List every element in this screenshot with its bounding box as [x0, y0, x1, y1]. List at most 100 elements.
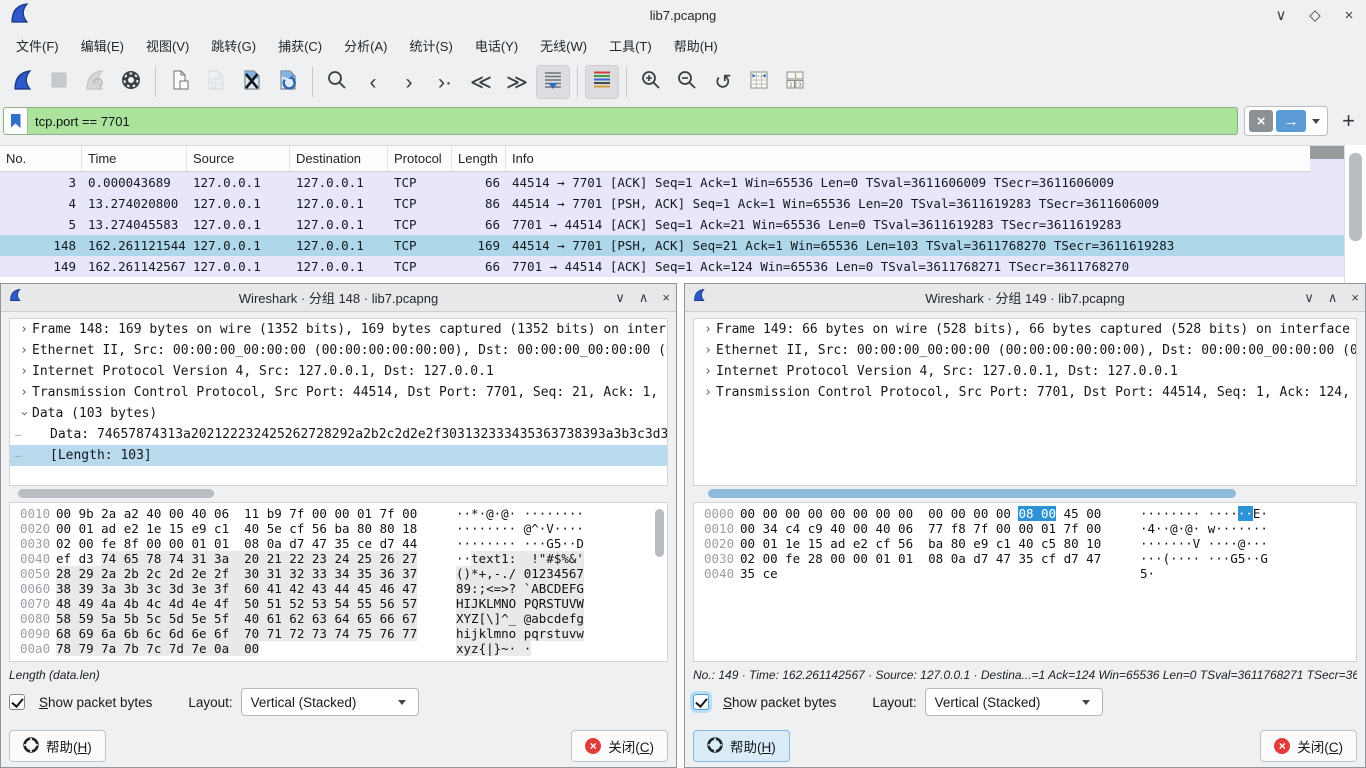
display-filter-input[interactable]: tcp.port == 7701 — [3, 107, 1238, 135]
hex-row[interactable]: 002000 01 ad e2 1e 15 e9 c1 40 5e cf 56 … — [10, 521, 667, 536]
start-capture-button[interactable] — [6, 65, 40, 99]
menu-item[interactable]: 帮助(H) — [664, 32, 728, 59]
menu-item[interactable]: 编辑(E) — [71, 32, 134, 59]
close-icon[interactable]: × — [1340, 7, 1358, 24]
tree-row[interactable]: ›Ethernet II, Src: 00:00:00_00:00:00 (00… — [694, 340, 1356, 361]
hex-row[interactable]: 000000 00 00 00 00 00 00 00 00 00 00 00 … — [694, 506, 1356, 521]
tree-hscrollbar[interactable] — [11, 489, 666, 499]
hex-row[interactable]: 006038 39 3a 3b 3c 3d 3e 3f 60 41 42 43 … — [10, 581, 667, 596]
expander-icon[interactable]: › — [700, 322, 716, 337]
file-open-button[interactable] — [163, 65, 197, 99]
menu-item[interactable]: 分析(A) — [334, 32, 397, 59]
hex-row[interactable]: 009068 69 6a 6b 6c 6d 6e 6f 70 71 72 73 … — [10, 626, 667, 641]
go-forward-button[interactable]: › — [392, 65, 426, 99]
close-button[interactable]: × 关闭(C) — [1260, 730, 1357, 762]
menu-item[interactable]: 文件(F) — [6, 32, 69, 59]
show-packet-bytes-label[interactable]: Show packet bytes — [723, 695, 836, 710]
hex-row[interactable]: 007048 49 4a 4b 4c 4d 4e 4f 50 51 52 53 … — [10, 596, 667, 611]
expander-icon[interactable]: › — [700, 343, 716, 358]
expander-icon[interactable]: › — [16, 343, 32, 358]
close-button[interactable]: × 关闭(C) — [571, 730, 668, 762]
menu-item[interactable]: 视图(V) — [136, 32, 199, 59]
file-save-button[interactable]: 010101100111 — [199, 65, 233, 99]
layout-select[interactable]: Vertical (Stacked) — [925, 688, 1103, 716]
expander-icon[interactable]: › — [700, 364, 716, 379]
go-to-packet-button[interactable]: ›· — [428, 65, 462, 99]
zoom-in-button[interactable] — [634, 65, 668, 99]
tree-row[interactable]: ›Transmission Control Protocol, Src Port… — [10, 382, 667, 403]
hex-row[interactable]: 0040ef d3 74 65 78 74 31 3a 20 21 22 23 … — [10, 551, 667, 566]
zoom-out-button[interactable] — [670, 65, 704, 99]
minimize-icon[interactable]: ∨ — [1272, 6, 1290, 24]
tree-row[interactable]: –Data: 74657874313a202122232425262728292… — [10, 424, 667, 445]
hex-row[interactable]: 005028 29 2a 2b 2c 2d 2e 2f 30 31 32 33 … — [10, 566, 667, 581]
auto-scroll-button[interactable] — [536, 65, 570, 99]
menu-item[interactable]: 电话(Y) — [465, 32, 528, 59]
go-back-button[interactable]: ‹ — [356, 65, 390, 99]
show-packet-bytes-checkbox[interactable] — [9, 694, 25, 710]
file-close-button[interactable] — [235, 65, 269, 99]
help-button[interactable]: 帮助(H) — [9, 730, 106, 762]
tree-row[interactable]: ›Frame 149: 66 bytes on wire (528 bits),… — [694, 319, 1356, 340]
expander-icon[interactable]: › — [700, 385, 716, 400]
layout-button[interactable]: 123 — [778, 65, 812, 99]
tree-row[interactable]: ›Data (103 bytes) — [10, 403, 667, 424]
file-reload-button[interactable] — [271, 65, 305, 99]
close-icon[interactable]: × — [662, 290, 670, 305]
tree-row[interactable]: ›Transmission Control Protocol, Src Port… — [694, 382, 1356, 403]
colorize-button[interactable] — [585, 65, 619, 99]
menu-item[interactable]: 捕获(C) — [268, 32, 332, 59]
column-header-time[interactable]: Time — [82, 146, 187, 171]
tree-row[interactable]: ›Frame 148: 169 bytes on wire (1352 bits… — [10, 319, 667, 340]
dialog-titlebar[interactable]: Wireshark · 分组 149 · lib7.pcapng ∨ ∧ × — [685, 284, 1365, 312]
tree-row[interactable]: ›Ethernet II, Src: 00:00:00_00:00:00 (00… — [10, 340, 667, 361]
column-header-info[interactable]: Info — [506, 146, 1344, 171]
expander-icon[interactable]: › — [16, 322, 32, 337]
filter-text[interactable]: tcp.port == 7701 — [28, 114, 137, 129]
packet-row[interactable]: 148162.261121544127.0.0.1127.0.0.1TCP169… — [0, 235, 1344, 256]
go-first-packet-button[interactable]: ≪ — [464, 65, 498, 99]
hex-row[interactable]: 001000 9b 2a a2 40 00 40 06 11 b9 7f 00 … — [10, 506, 667, 521]
layout-select[interactable]: Vertical (Stacked) — [241, 688, 419, 716]
filter-bookmark-button[interactable] — [4, 108, 28, 134]
tree-row[interactable]: ›Internet Protocol Version 4, Src: 127.0… — [694, 361, 1356, 382]
menu-item[interactable]: 工具(T) — [599, 32, 662, 59]
tree-hscrollbar[interactable] — [695, 489, 1355, 499]
go-last-packet-button[interactable]: ≫ — [500, 65, 534, 99]
packet-row[interactable]: 413.274020800127.0.0.1127.0.0.1TCP864451… — [0, 193, 1344, 214]
filter-add-button[interactable]: + — [1334, 108, 1363, 134]
column-header-destination[interactable]: Destination — [290, 146, 388, 171]
capture-options-button[interactable] — [114, 65, 148, 99]
restart-capture-button[interactable] — [78, 65, 112, 99]
scrollbar-thumb[interactable] — [655, 509, 664, 557]
column-header-protocol[interactable]: Protocol — [388, 146, 452, 171]
minimize-icon[interactable]: ∨ — [615, 290, 625, 306]
tree-row[interactable]: ›Internet Protocol Version 4, Src: 127.0… — [10, 361, 667, 382]
filter-dropdown-caret-icon[interactable] — [1312, 119, 1320, 124]
packet-list-scrollbar[interactable] — [1344, 145, 1366, 283]
help-button[interactable]: 帮助(H) — [693, 730, 790, 762]
find-packet-button[interactable] — [320, 65, 354, 99]
scrollbar-thumb[interactable] — [1349, 153, 1362, 241]
hex-row[interactable]: 003002 00 fe 8f 00 00 01 01 08 0a d7 47 … — [10, 536, 667, 551]
expander-icon[interactable]: › — [17, 406, 32, 422]
packet-row[interactable]: 30.000043689127.0.0.1127.0.0.1TCP6644514… — [0, 172, 1344, 193]
hex-row[interactable]: 002000 01 1e 15 ad e2 cf 56 ba 80 e9 c1 … — [694, 536, 1356, 551]
menu-item[interactable]: 无线(W) — [530, 32, 597, 59]
column-header-no[interactable]: No. — [0, 146, 82, 171]
filter-apply-button[interactable]: → — [1276, 110, 1306, 132]
tree-row[interactable]: –[Length: 103] — [10, 445, 667, 466]
close-icon[interactable]: × — [1351, 290, 1359, 305]
minimize-icon[interactable]: ∨ — [1304, 290, 1314, 306]
dialog-titlebar[interactable]: Wireshark · 分组 148 · lib7.pcapng ∨ ∧ × — [1, 284, 676, 312]
restore-icon[interactable]: ∧ — [639, 290, 649, 306]
menu-item[interactable]: 跳转(G) — [201, 32, 266, 59]
column-header-source[interactable]: Source — [187, 146, 290, 171]
resize-columns-button[interactable] — [742, 65, 776, 99]
maximize-icon[interactable]: ◇ — [1306, 6, 1324, 24]
packet-row[interactable]: 513.274045583127.0.0.1127.0.0.1TCP667701… — [0, 214, 1344, 235]
hex-row[interactable]: 001000 34 c4 c9 40 00 40 06 77 f8 7f 00 … — [694, 521, 1356, 536]
show-packet-bytes-label[interactable]: Show packet bytes — [39, 695, 152, 710]
hex-row[interactable]: 00a078 79 7a 7b 7c 7d 7e 0a 00xyz{|}~· · — [10, 641, 667, 656]
hex-row[interactable]: 008058 59 5a 5b 5c 5d 5e 5f 40 61 62 63 … — [10, 611, 667, 626]
